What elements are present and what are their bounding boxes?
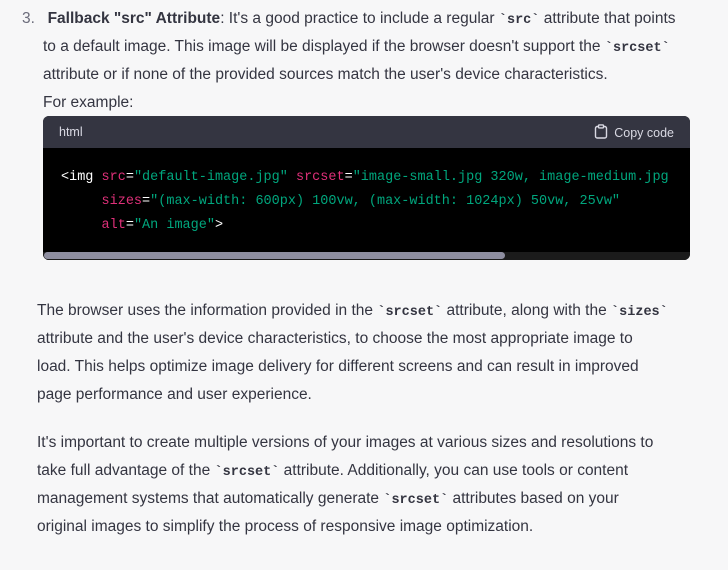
code-token-attr: src bbox=[101, 170, 126, 185]
paragraph-1-line4: page performance and user experience. bbox=[37, 381, 312, 409]
list-number: 3. bbox=[22, 10, 35, 27]
text-segment: page performance and user experience. bbox=[37, 386, 312, 403]
code-token-string: "default-image.jpg" bbox=[133, 170, 288, 185]
list-item-3-line2: to a default image. This image will be d… bbox=[43, 33, 670, 63]
list-item-3-line3: attribute or if none of the provided sou… bbox=[43, 61, 608, 89]
code-token-eq: = bbox=[125, 170, 134, 185]
code-token-attr: sizes bbox=[101, 194, 143, 209]
code-tick: ` bbox=[434, 305, 443, 320]
list-item-title: Fallback "src" Attribute bbox=[47, 10, 221, 27]
list-item-3-line1: 3. Fallback "src" Attribute: It's a good… bbox=[22, 5, 676, 35]
text-segment: attribute or if none of the provided sou… bbox=[43, 66, 608, 83]
inline-code-srcset: srcset bbox=[222, 465, 272, 480]
code-token-tag: <img bbox=[61, 170, 102, 185]
code-block: html Copy code <img src="default-image.j… bbox=[43, 116, 690, 260]
code-tick: ` bbox=[498, 13, 507, 28]
code-content: <img src="default-image.jpg" srcset="ima… bbox=[61, 166, 669, 238]
text-segment: The browser uses the information provide… bbox=[37, 302, 378, 319]
code-tick: ` bbox=[214, 465, 223, 480]
text-segment: take full advantage of the bbox=[37, 462, 215, 479]
code-tick: ` bbox=[611, 305, 620, 320]
code-line-2: sizes="(max-width: 600px) 100vw, (max-wi… bbox=[61, 194, 621, 209]
inline-code-srcset: srcset bbox=[391, 493, 441, 508]
code-token-eq: = bbox=[142, 194, 151, 209]
code-token-string: "image-small.jpg 320w, image-medium.jpg bbox=[352, 170, 669, 185]
code-tick: ` bbox=[661, 41, 670, 56]
code-line-3: alt="An image"> bbox=[61, 218, 224, 233]
horizontal-scrollbar[interactable] bbox=[43, 252, 690, 260]
text-segment: original images to simplify the process … bbox=[37, 518, 534, 535]
code-token-eq: = bbox=[344, 170, 353, 185]
clipboard-icon bbox=[594, 124, 608, 142]
text-segment: to a default image. This image will be d… bbox=[43, 38, 605, 55]
code-token-string: "(max-width: 600px) 100vw, (max-width: 1… bbox=[150, 194, 621, 209]
code-tick: ` bbox=[440, 493, 449, 508]
copy-code-button[interactable]: Copy code bbox=[594, 124, 674, 142]
for-example-text: For example: bbox=[43, 94, 134, 111]
code-tick: ` bbox=[659, 305, 668, 320]
text-segment: attribute that points bbox=[539, 10, 676, 27]
code-token-string: "An image" bbox=[133, 218, 215, 233]
paragraph-1-line1: The browser uses the information provide… bbox=[37, 297, 668, 327]
text-segment: attribute and the user's device characte… bbox=[37, 330, 633, 347]
code-token-eq: = bbox=[125, 218, 134, 233]
text-segment: management systems that automatically ge… bbox=[37, 490, 384, 507]
paragraph-2-line3: management systems that automatically ge… bbox=[37, 485, 619, 515]
code-line-1: <img src="default-image.jpg" srcset="ima… bbox=[61, 170, 669, 185]
code-token-attr: srcset bbox=[295, 170, 345, 185]
inline-code-src: src bbox=[506, 13, 532, 28]
text-segment: attribute. Additionally, you can use too… bbox=[279, 462, 629, 479]
code-block-header: html Copy code bbox=[43, 116, 690, 148]
scrollbar-thumb[interactable] bbox=[44, 252, 505, 259]
text-segment: It's important to create multiple versio… bbox=[37, 434, 654, 451]
code-tick: ` bbox=[604, 41, 613, 56]
inline-code-sizes: sizes bbox=[619, 305, 660, 320]
paragraph-2-line2: take full advantage of the `srcset` attr… bbox=[37, 457, 628, 487]
for-example-label: For example: bbox=[43, 89, 133, 117]
code-token-tag: > bbox=[214, 218, 224, 233]
text-segment: load. This helps optimize image delivery… bbox=[37, 358, 639, 375]
text-segment: attributes based on your bbox=[448, 490, 619, 507]
text-segment: : It's a good practice to include a regu… bbox=[220, 10, 499, 27]
paragraph-2-line1: It's important to create multiple versio… bbox=[37, 429, 653, 457]
code-language-label: html bbox=[59, 125, 83, 139]
paragraph-2-line4: original images to simplify the process … bbox=[37, 513, 533, 541]
paragraph-1-line3: load. This helps optimize image delivery… bbox=[37, 353, 639, 381]
copy-code-label: Copy code bbox=[614, 126, 674, 140]
text-segment: attribute, along with the bbox=[442, 302, 612, 319]
paragraph-1-line2: attribute and the user's device characte… bbox=[37, 325, 633, 353]
code-token-attr: alt bbox=[101, 218, 126, 233]
inline-code-srcset: srcset bbox=[612, 41, 662, 56]
inline-code-srcset: srcset bbox=[385, 305, 435, 320]
